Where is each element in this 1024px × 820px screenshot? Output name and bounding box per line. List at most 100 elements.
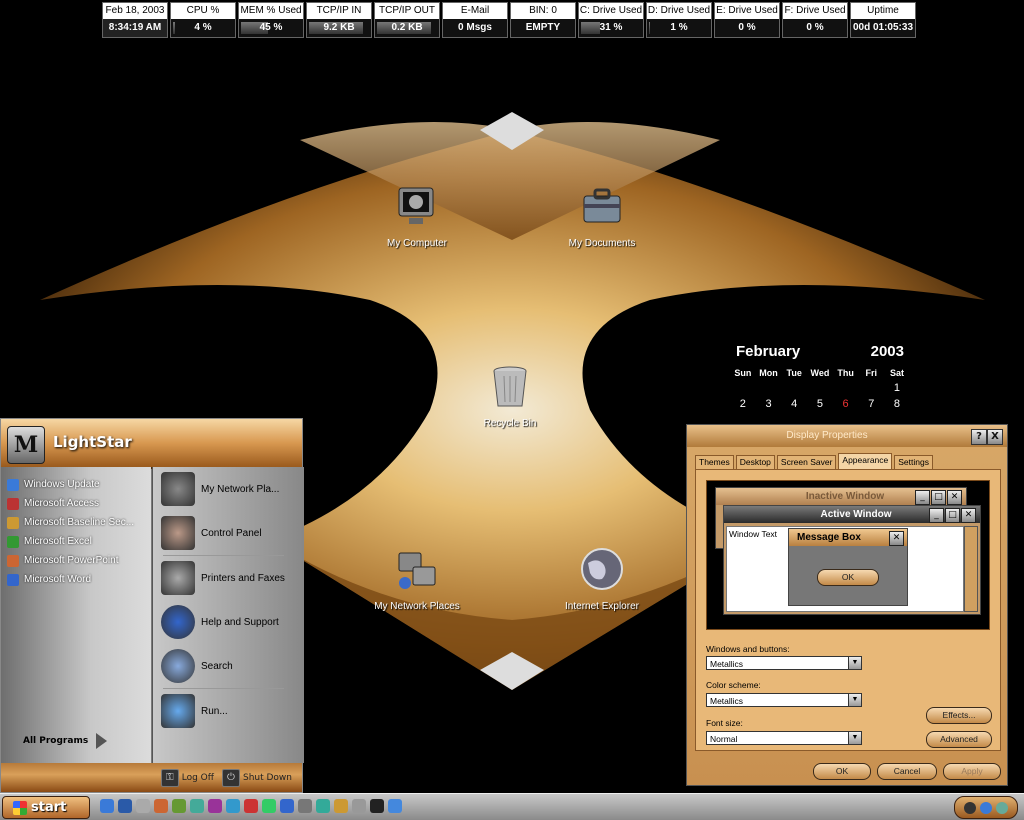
- stat-value: 0 %: [715, 19, 779, 37]
- preview-message-box: Message Box ✕ OK: [788, 528, 908, 606]
- places-item[interactable]: Printers and Faxes: [153, 556, 304, 600]
- taskbar: start: [0, 793, 1024, 820]
- volume-icon[interactable]: [996, 801, 1008, 814]
- close-button[interactable]: X: [987, 429, 1003, 445]
- internet-explorer-label: Internet Explorer: [565, 601, 639, 612]
- desktop-icon-my-documents[interactable]: My Documents: [547, 182, 657, 249]
- desktop-icon-my-computer[interactable]: My Computer: [362, 182, 472, 249]
- calendar-day: [807, 382, 833, 394]
- start-button[interactable]: start: [2, 796, 90, 819]
- app-icon[interactable]: [316, 799, 330, 813]
- tab-appearance[interactable]: Appearance: [838, 453, 893, 470]
- advanced-button[interactable]: Advanced: [926, 731, 992, 748]
- tab-themes[interactable]: Themes: [695, 455, 734, 470]
- run-icon: [161, 694, 195, 728]
- app-icon[interactable]: [280, 799, 294, 813]
- shut-down-button[interactable]: ⏻ Shut Down: [221, 768, 292, 787]
- app-icon[interactable]: [172, 799, 186, 813]
- arrow-right-icon: [96, 733, 108, 749]
- start-menu-header: M LightStar: [1, 419, 302, 469]
- start-label: start: [31, 800, 67, 815]
- stat-label: Uptime: [851, 3, 915, 19]
- stat-4: TCP/IP OUT 0.2 KB: [374, 2, 440, 38]
- key-icon: ⚿: [160, 768, 179, 787]
- windows-buttons-select[interactable]: Metallics ▼: [706, 656, 862, 670]
- places-item[interactable]: Help and Support: [153, 600, 304, 644]
- color-scheme-label: Color scheme:: [706, 680, 761, 690]
- help-icon: [161, 605, 195, 639]
- app-icon[interactable]: [244, 799, 258, 813]
- stat-label: F: Drive Used: [783, 3, 847, 19]
- globe-icon: [581, 548, 623, 590]
- places-label: Search: [201, 660, 233, 672]
- log-off-button[interactable]: ⚿ Log Off: [160, 768, 214, 787]
- start-menu-pinned: Windows Update Microsoft Access Microsoft …: [1, 467, 151, 763]
- stat-label: MEM % Used: [239, 3, 303, 19]
- app-icon[interactable]: [208, 799, 222, 813]
- places-item[interactable]: Run...: [153, 689, 304, 733]
- app-icon[interactable]: [334, 799, 348, 813]
- outlook-icon[interactable]: [118, 799, 132, 813]
- tab-settings[interactable]: Settings: [894, 455, 933, 470]
- apply-button[interactable]: Apply: [943, 763, 1001, 780]
- stat-value-text: 0 %: [806, 22, 824, 33]
- desktop-icon-my-network-places[interactable]: My Network Places: [362, 545, 472, 612]
- dialog-title-bar[interactable]: Display Properties ? X: [687, 425, 1007, 447]
- stat-label: D: Drive Used: [647, 3, 711, 19]
- pinned-program-item[interactable]: Microsoft PowerPoint: [1, 551, 151, 570]
- stat-5: E-Mail 0 Msgs: [442, 2, 508, 38]
- terminal-icon[interactable]: [370, 799, 384, 813]
- minimize-icon: _: [929, 508, 944, 523]
- explorer-icon[interactable]: [136, 799, 150, 813]
- app-icon[interactable]: [226, 799, 240, 813]
- preview-active-window: Active Window _ □ ✕ Window Text Message …: [723, 505, 981, 615]
- pinned-program-item[interactable]: Microsoft Baseline Sec...: [1, 513, 151, 532]
- tab-desktop[interactable]: Desktop: [735, 455, 775, 470]
- calendar-weekdays: Sun Mon Tue Wed Thu Fri Sat: [730, 368, 910, 378]
- pinned-program-item[interactable]: Microsoft Excel: [1, 532, 151, 551]
- pinned-program-item[interactable]: Microsoft Access: [1, 494, 151, 513]
- system-tray: [954, 796, 1018, 819]
- stat-value-text: 4 %: [194, 22, 212, 33]
- app-icon[interactable]: [352, 799, 366, 813]
- network-icon[interactable]: [190, 799, 204, 813]
- calendar-day: 1: [893, 382, 901, 394]
- places-item[interactable]: My Network Pla...: [153, 467, 304, 511]
- close-icon: ✕: [947, 490, 962, 505]
- calendar-day: 8: [893, 398, 901, 410]
- program-label: Microsoft PowerPoint: [24, 555, 119, 566]
- help-button[interactable]: ?: [971, 429, 987, 445]
- stat-bar: [649, 22, 650, 34]
- network-icon[interactable]: [980, 801, 992, 814]
- places-item[interactable]: Search: [153, 644, 304, 688]
- ok-button[interactable]: OK: [813, 763, 871, 780]
- places-item[interactable]: Control Panel: [153, 511, 304, 555]
- pinned-program-item[interactable]: Microsoft Word: [1, 570, 151, 589]
- desktop-icon-internet-explorer[interactable]: Internet Explorer: [547, 545, 657, 612]
- color-scheme-select[interactable]: Metallics ▼: [706, 693, 862, 707]
- color-scheme-value: Metallics: [710, 696, 744, 706]
- media-icon[interactable]: [154, 799, 168, 813]
- weekday-label: Wed: [810, 368, 830, 378]
- ie-icon[interactable]: [100, 799, 114, 813]
- app-icon[interactable]: [298, 799, 312, 813]
- calendar-day: 3: [765, 398, 772, 410]
- search-icon: [161, 649, 195, 683]
- stat-value-text: EMPTY: [525, 22, 561, 33]
- pinned-program-item[interactable]: Windows Update: [1, 475, 151, 494]
- desktop-icon-recycle-bin[interactable]: Recycle Bin: [455, 362, 565, 429]
- stat-value-text: 1 %: [670, 22, 688, 33]
- tab-screen-saver[interactable]: Screen Saver: [776, 455, 837, 470]
- all-programs-button[interactable]: All Programs: [23, 733, 108, 749]
- start-menu-places: My Network Pla... Control Panel Printers a…: [152, 467, 304, 763]
- app-icon[interactable]: [262, 799, 276, 813]
- app-icon[interactable]: [388, 799, 402, 813]
- program-icon: [7, 478, 19, 491]
- arrow-left-icon[interactable]: [964, 801, 976, 814]
- effects-button[interactable]: Effects...: [926, 707, 992, 724]
- places-label: Run...: [201, 705, 228, 717]
- calendar-week-1: 1: [730, 382, 910, 394]
- quick-launch: [100, 799, 402, 813]
- font-size-select[interactable]: Normal ▼: [706, 731, 862, 745]
- cancel-button[interactable]: Cancel: [877, 763, 937, 780]
